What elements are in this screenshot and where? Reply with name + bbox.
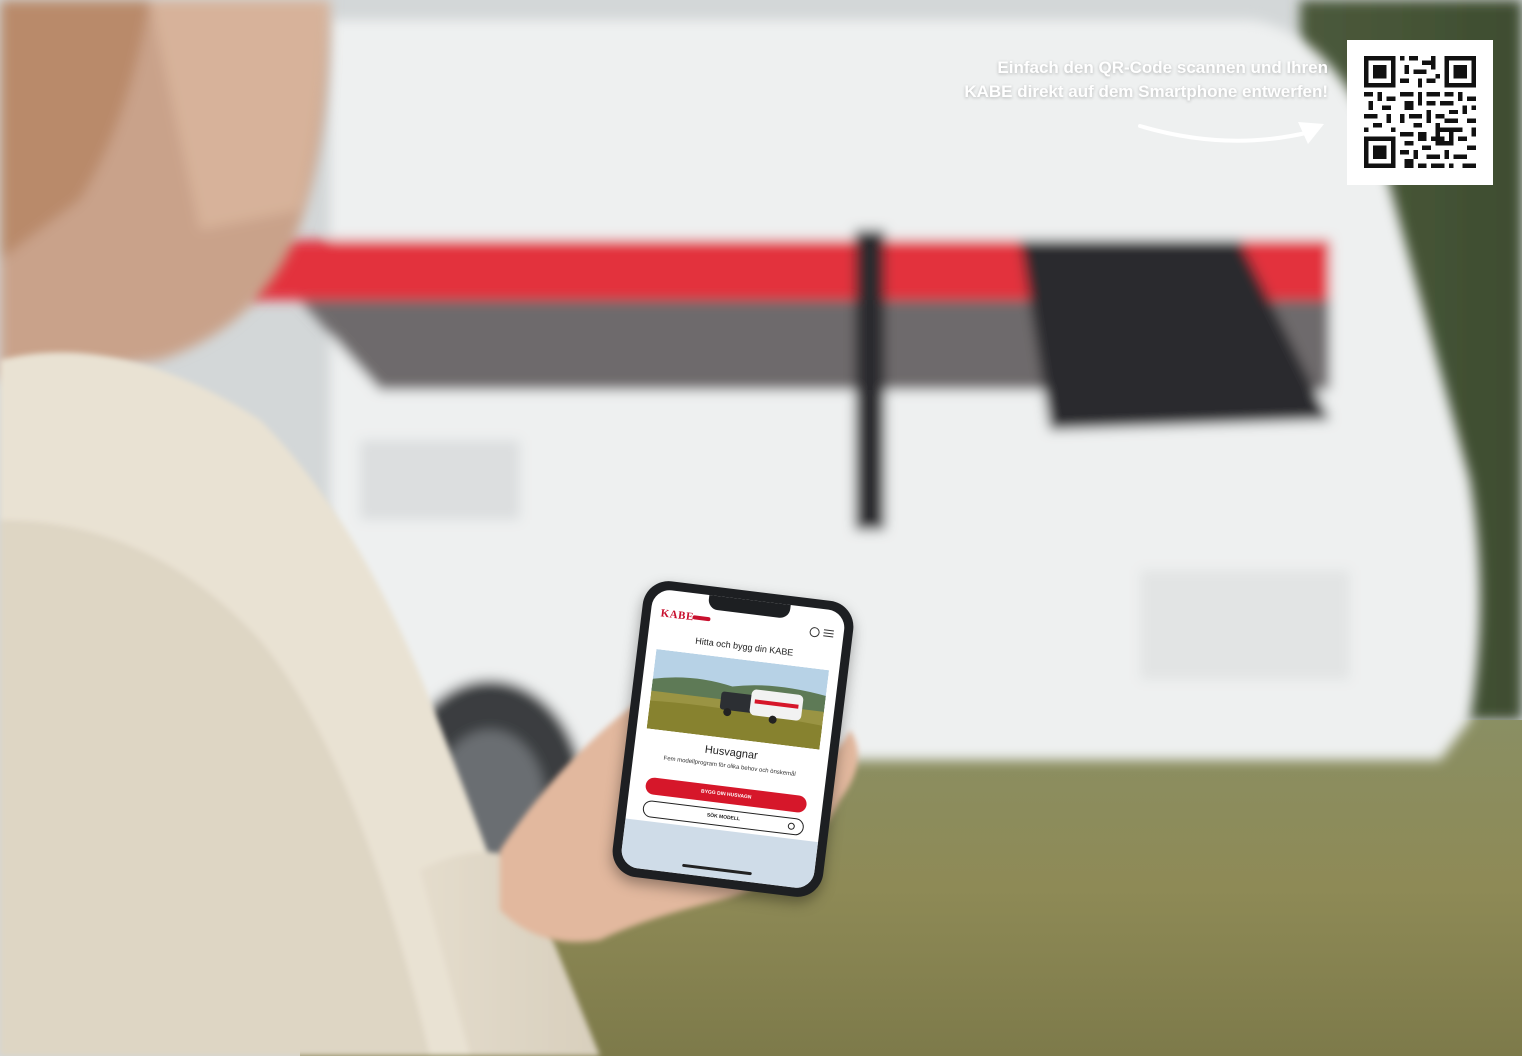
- curved-arrow-right-icon: [1138, 118, 1328, 159]
- phone-frame: KABE Hitta och bygg din KABE Husvagnar F…: [609, 578, 857, 900]
- hamburger-menu-icon[interactable]: [823, 629, 834, 638]
- logo-swoosh-icon: [692, 615, 711, 622]
- search-model-label: SÖK MODELL: [706, 812, 741, 823]
- caravan-hero-image: [646, 648, 830, 750]
- globe-icon[interactable]: [809, 626, 821, 638]
- kabe-logo[interactable]: KABE: [660, 607, 694, 623]
- phone-screen: KABE Hitta och bygg din KABE Husvagnar F…: [619, 588, 847, 890]
- caption-line-1: Einfach den QR-Code scannen und Ihren: [997, 58, 1328, 77]
- qr-code-icon[interactable]: [1347, 40, 1493, 185]
- smartphone: KABE Hitta och bygg din KABE Husvagnar F…: [609, 578, 857, 900]
- caption-line-2: KABE direkt auf dem Smartphone entwerfen…: [964, 82, 1328, 101]
- search-icon: [787, 822, 796, 831]
- qr-instruction-text: Einfach den QR-Code scannen und Ihren KA…: [880, 56, 1328, 104]
